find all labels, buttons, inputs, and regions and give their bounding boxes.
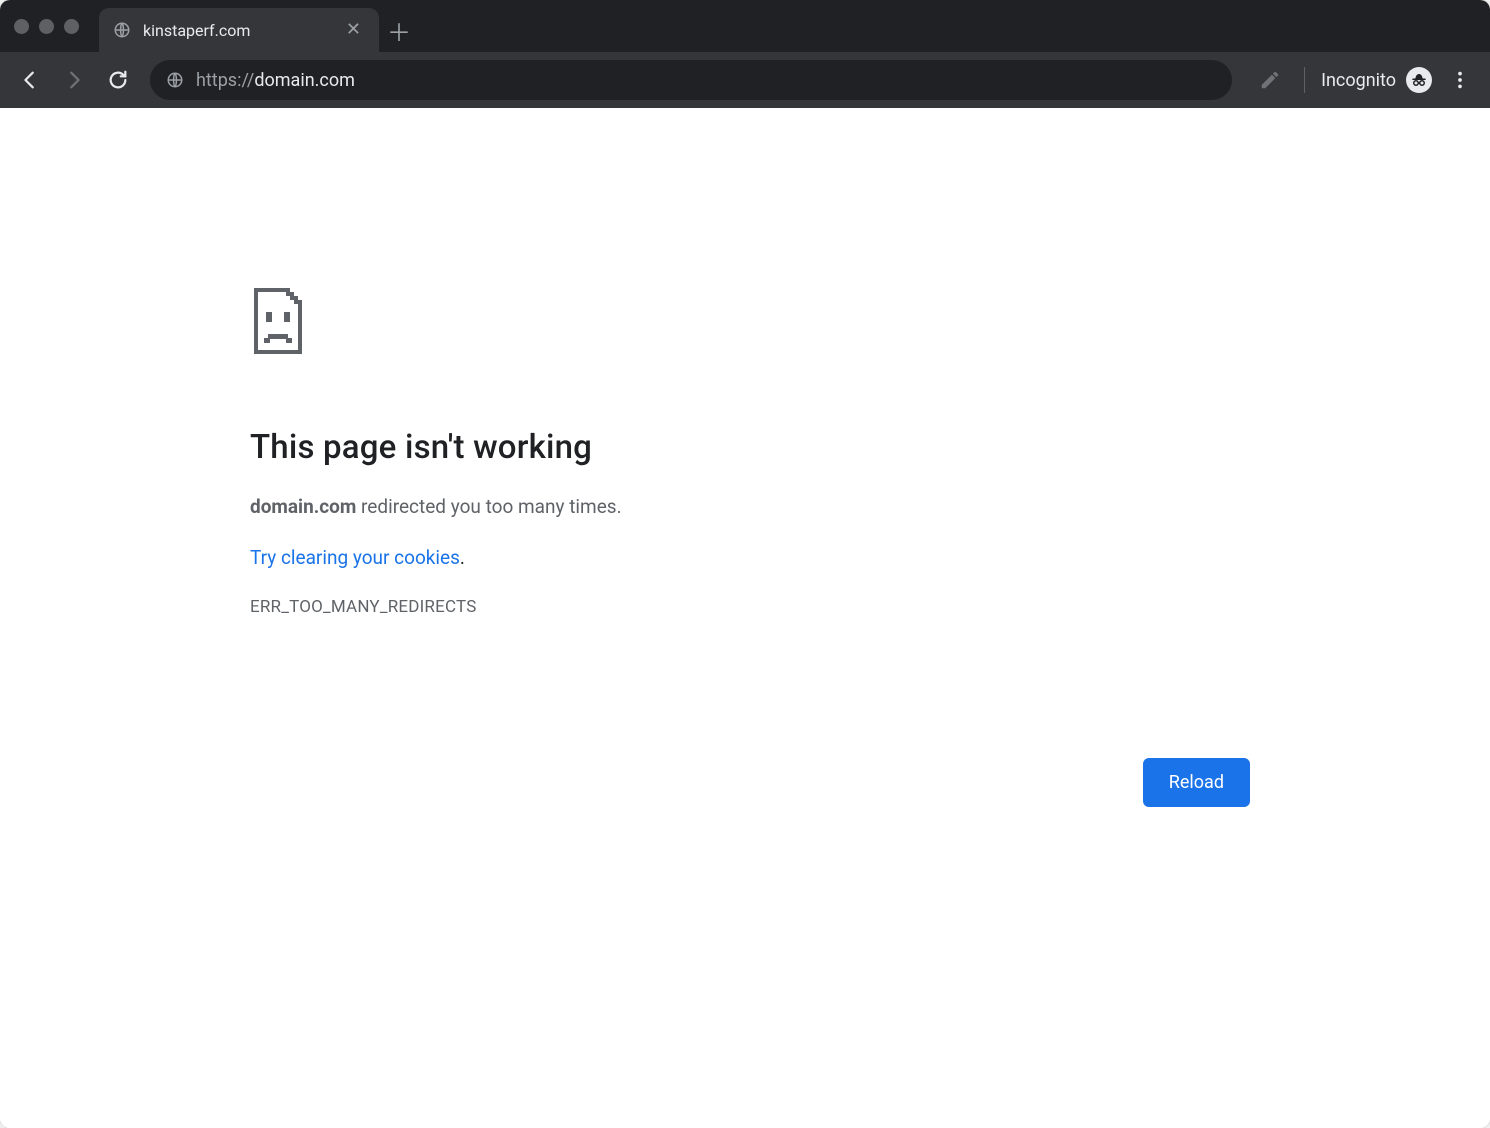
reload-icon-button[interactable]	[100, 62, 136, 98]
page-content: This page isn't working domain.com redir…	[0, 108, 1490, 1128]
error-redirect-text: redirected you too many times.	[356, 495, 621, 518]
edit-icon[interactable]	[1252, 62, 1288, 98]
toolbar: https://domain.com Incognito	[0, 52, 1490, 108]
url-host: domain.com	[254, 70, 355, 91]
tab-title: kinstaperf.com	[143, 21, 330, 40]
error-code: ERR_TOO_MANY_REDIRECTS	[250, 597, 1250, 617]
globe-icon	[113, 21, 131, 39]
new-tab-button[interactable]: ＋	[379, 8, 419, 52]
window-zoom-dot[interactable]	[64, 19, 79, 34]
error-message: domain.com redirected you too many times…	[250, 495, 1250, 518]
address-bar[interactable]: https://domain.com	[150, 60, 1232, 100]
reload-button[interactable]: Reload	[1143, 758, 1250, 807]
browser-window: kinstaperf.com ✕ ＋ https://domain.com	[0, 0, 1490, 1128]
back-button[interactable]	[12, 62, 48, 98]
period: .	[460, 546, 465, 569]
error-container: This page isn't working domain.com redir…	[250, 288, 1250, 617]
error-suggestion: Try clearing your cookies.	[250, 546, 1250, 569]
forward-button[interactable]	[56, 62, 92, 98]
clear-cookies-link[interactable]: Try clearing your cookies	[250, 546, 460, 569]
site-info-icon[interactable]	[166, 71, 184, 89]
toolbar-right: Incognito	[1246, 62, 1478, 98]
tab-strip: kinstaperf.com ✕ ＋	[99, 0, 419, 52]
window-minimize-dot[interactable]	[39, 19, 54, 34]
window-controls	[14, 0, 99, 52]
menu-button[interactable]	[1442, 62, 1478, 98]
window-close-dot[interactable]	[14, 19, 29, 34]
error-domain: domain.com	[250, 495, 356, 518]
separator	[1304, 67, 1305, 93]
incognito-indicator[interactable]: Incognito	[1321, 67, 1432, 93]
url-text: https://domain.com	[196, 70, 355, 91]
url-scheme: https://	[196, 70, 254, 91]
incognito-label: Incognito	[1321, 70, 1396, 91]
titlebar: kinstaperf.com ✕ ＋	[0, 0, 1490, 52]
sad-page-icon	[250, 288, 1250, 358]
close-icon[interactable]: ✕	[342, 19, 365, 41]
tab-active[interactable]: kinstaperf.com ✕	[99, 8, 379, 52]
error-heading: This page isn't working	[250, 428, 1250, 467]
incognito-icon	[1406, 67, 1432, 93]
